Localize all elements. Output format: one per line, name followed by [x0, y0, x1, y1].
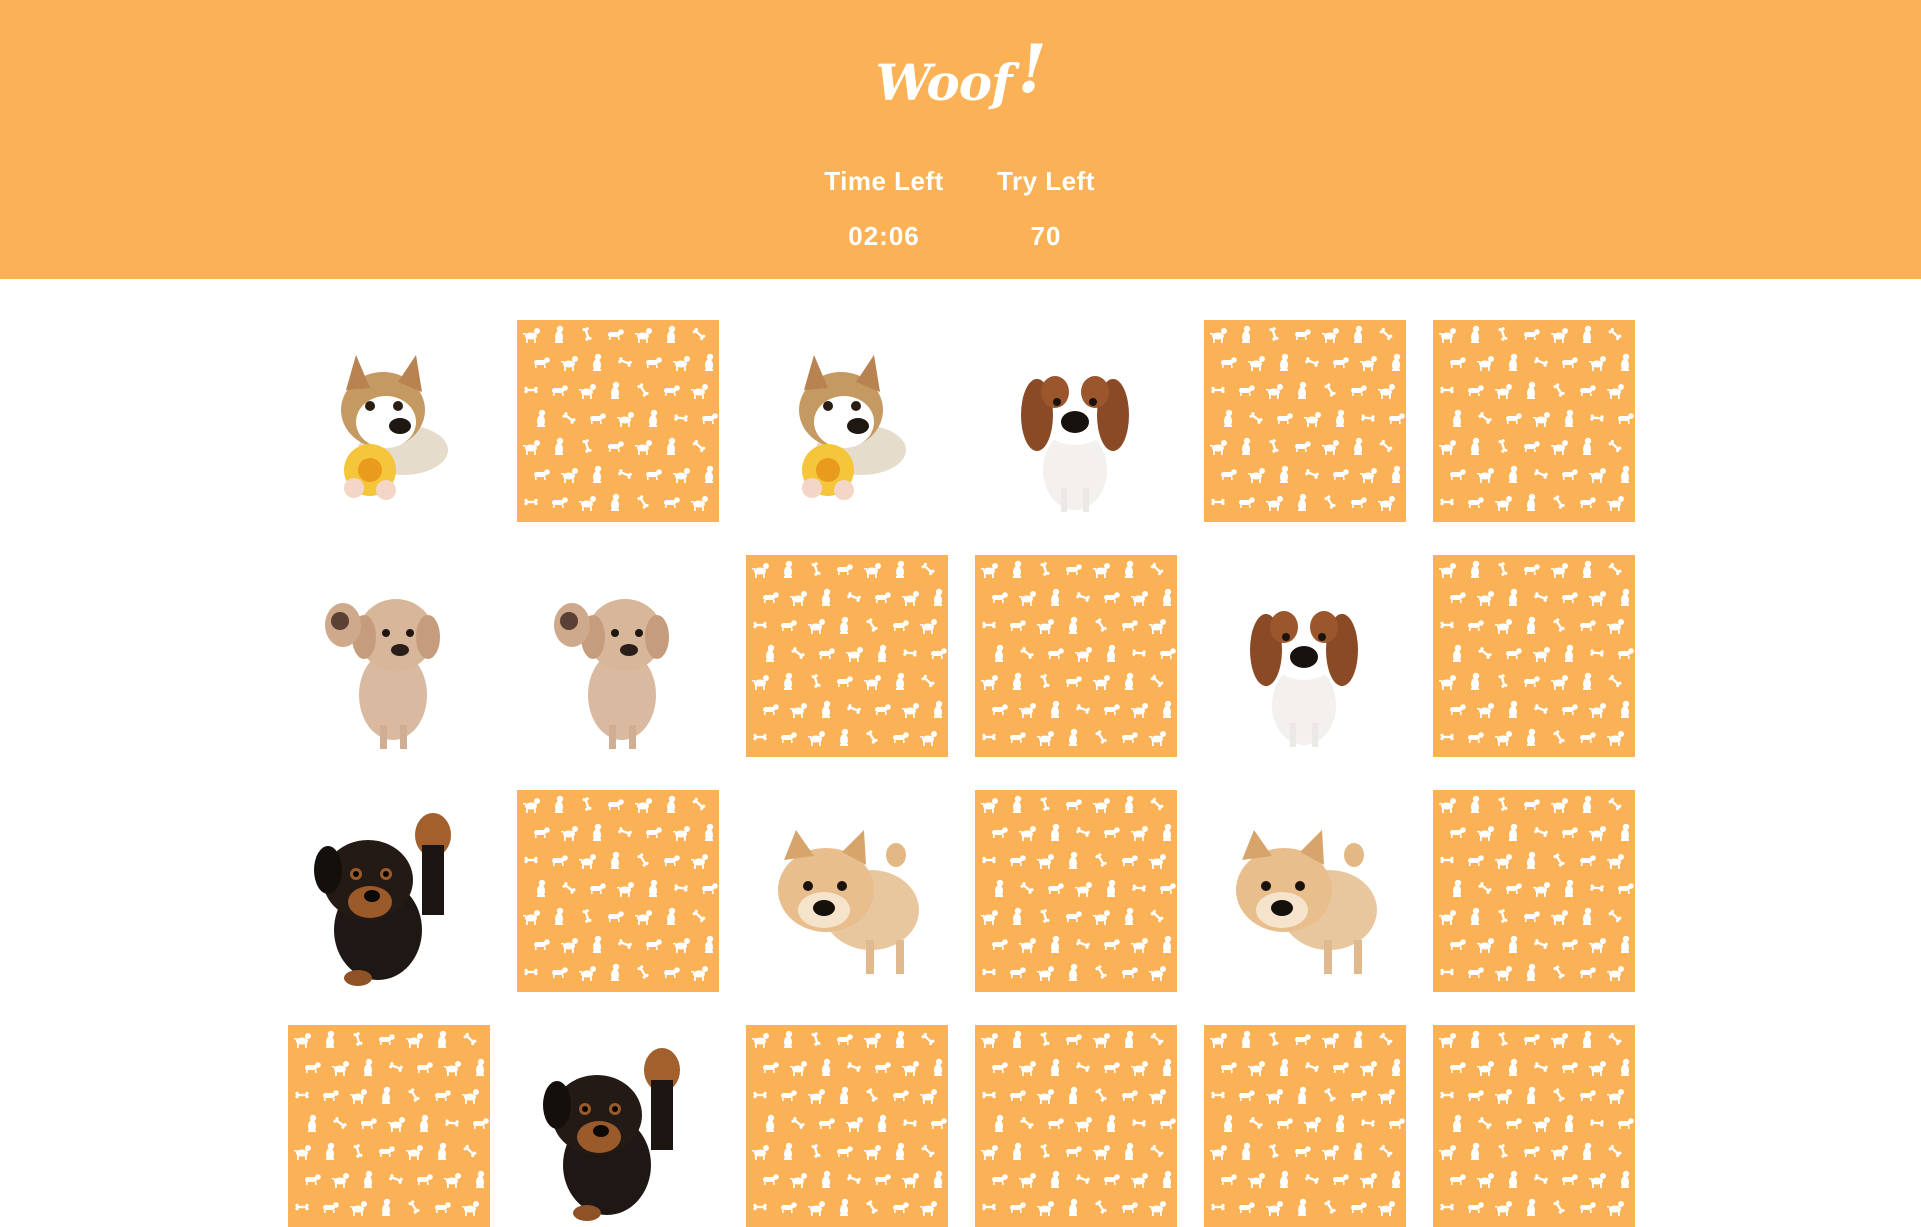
logo: Woof! — [0, 30, 1921, 116]
card-hidden[interactable] — [517, 790, 719, 992]
card-revealed-shiba-puppy[interactable] — [1204, 790, 1406, 992]
shiba-puppy-image — [778, 830, 919, 974]
card-revealed-corgi-with-flower[interactable] — [746, 320, 948, 522]
time-left-value: 02:06 — [848, 221, 920, 251]
card-revealed-golden-puppy-waving[interactable] — [288, 555, 490, 757]
card-hidden[interactable] — [975, 555, 1177, 757]
logo-mark: ! — [1017, 30, 1047, 108]
tries-left-label: Try Left — [997, 166, 1095, 196]
card-back-pattern — [523, 325, 718, 511]
golden-puppy-waving-image — [554, 599, 669, 749]
card-hidden[interactable] — [517, 320, 719, 522]
card-hidden[interactable] — [746, 1025, 948, 1227]
tries-left-value: 70 — [1030, 221, 1062, 251]
card-revealed-rottweiler-puppy[interactable] — [288, 790, 490, 992]
cavalier-spaniel-image — [1250, 600, 1358, 747]
card-hidden[interactable] — [1433, 1025, 1635, 1227]
time-left-label: Time Left — [824, 166, 944, 196]
logo-text: Woof — [875, 53, 1012, 112]
card-hidden[interactable] — [1433, 320, 1635, 522]
card-back-pattern — [981, 1030, 1176, 1216]
card-back-pattern — [523, 795, 718, 981]
shiba-puppy-image — [1236, 830, 1377, 974]
rottweiler-puppy-image — [543, 1048, 680, 1221]
card-back-pattern — [1210, 325, 1405, 511]
corgi-with-flower-image — [799, 355, 906, 500]
card-back-pattern — [981, 560, 1176, 746]
card-revealed-cavalier-spaniel[interactable] — [1204, 555, 1406, 757]
card-hidden[interactable] — [288, 1025, 490, 1227]
golden-puppy-waving-image — [325, 599, 440, 749]
card-revealed-shiba-puppy[interactable] — [746, 790, 948, 992]
card-hidden[interactable] — [1204, 320, 1406, 522]
card-back-pattern — [981, 795, 1176, 981]
card-revealed-rottweiler-puppy[interactable] — [517, 1025, 719, 1227]
card-hidden[interactable] — [1204, 1025, 1406, 1227]
corgi-with-flower-image — [341, 355, 448, 500]
card-back-pattern — [1439, 325, 1634, 511]
card-revealed-golden-puppy-waving[interactable] — [517, 555, 719, 757]
card-hidden[interactable] — [975, 1025, 1177, 1227]
card-revealed-corgi-with-flower[interactable] — [288, 320, 490, 522]
card-revealed-cavalier-spaniel[interactable] — [975, 320, 1177, 522]
card-hidden[interactable] — [746, 555, 948, 757]
card-back-pattern — [752, 560, 947, 746]
card-back-pattern — [1439, 795, 1634, 981]
card-hidden[interactable] — [1433, 555, 1635, 757]
card-hidden[interactable] — [1433, 790, 1635, 992]
card-hidden[interactable] — [975, 790, 1177, 992]
time-left-stat: Time Left 02:06 — [799, 166, 969, 252]
card-back-pattern — [1210, 1030, 1405, 1216]
card-back-pattern — [752, 1030, 947, 1216]
card-back-pattern — [1439, 560, 1634, 746]
rottweiler-puppy-image — [314, 813, 451, 986]
card-back-pattern — [294, 1030, 489, 1216]
cavalier-spaniel-image — [1021, 365, 1129, 512]
tries-left-stat: Try Left 70 — [961, 166, 1131, 252]
game-header: Woof! Time Left 02:06 Try Left 70 — [0, 0, 1921, 279]
card-back-pattern — [1439, 1030, 1634, 1216]
